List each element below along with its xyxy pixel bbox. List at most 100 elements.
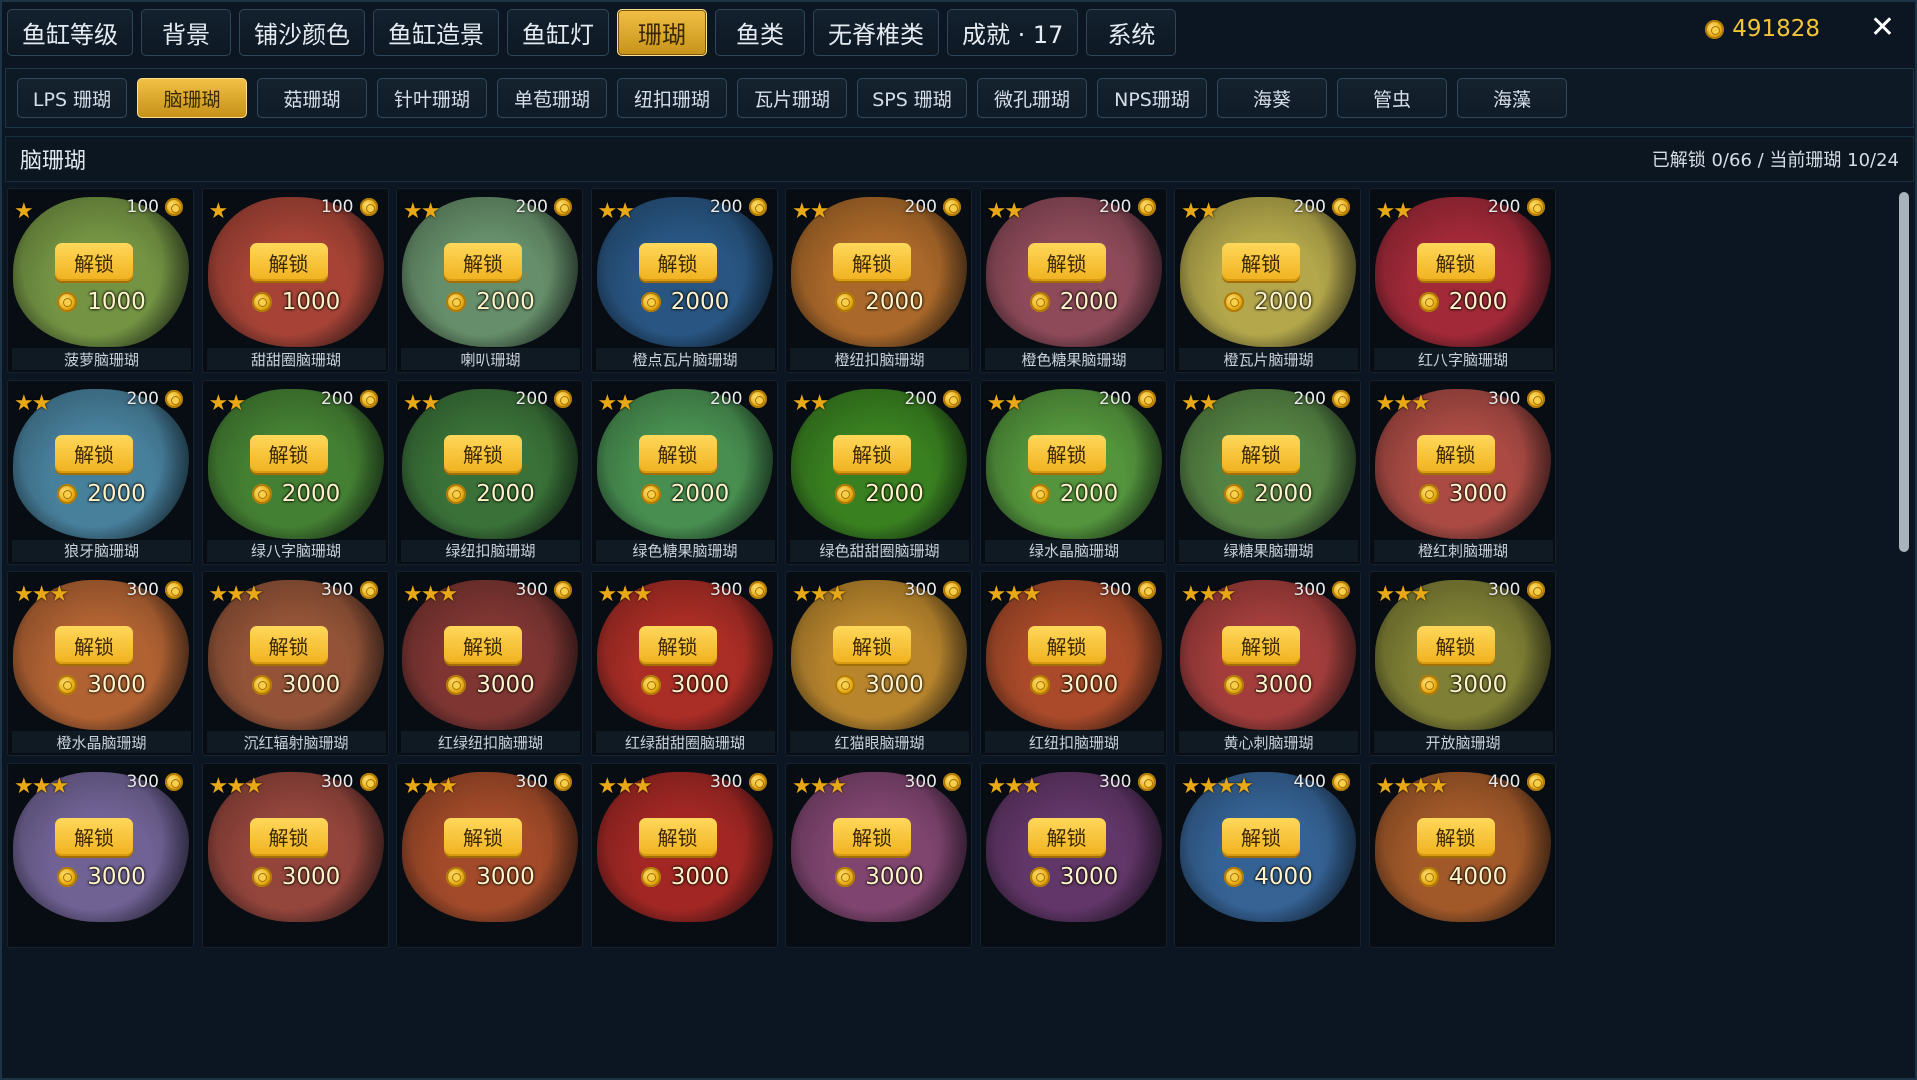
coral-card[interactable]: ★★ 200 解锁 2000 绿色甜甜圈脑珊瑚 xyxy=(785,379,972,565)
coral-card[interactable]: ★ 100 解锁 1000 菠萝脑珊瑚 xyxy=(7,188,194,373)
coin-icon xyxy=(446,866,467,887)
unlock-price-row: 2000 xyxy=(1175,289,1360,315)
coral-card[interactable]: ★★ 200 解锁 2000 绿八字脑珊瑚 xyxy=(201,379,389,565)
top-tab[interactable]: 无脊椎类 xyxy=(813,8,939,56)
unlock-button[interactable]: 解锁 xyxy=(1027,817,1106,856)
unlock-button[interactable]: 解锁 xyxy=(249,243,328,281)
unlock-button[interactable]: 解锁 xyxy=(1222,434,1300,473)
top-tab[interactable]: 鱼缸灯 xyxy=(507,8,609,56)
unlock-button[interactable]: 解锁 xyxy=(1416,817,1495,856)
coral-card[interactable]: ★★★ 300 解锁 3000 开放脑珊瑚 xyxy=(1368,571,1556,756)
top-tab[interactable]: 鱼类 xyxy=(715,8,805,56)
coral-card[interactable]: ★★★★ 400 解锁 4000 xyxy=(1174,762,1361,948)
unlock-button[interactable]: 解锁 xyxy=(1222,626,1300,664)
unlock-button[interactable]: 解锁 xyxy=(638,626,717,664)
unlock-button[interactable]: 解锁 xyxy=(444,817,522,856)
scrollbar-thumb[interactable] xyxy=(1899,192,1909,552)
coral-card[interactable]: ★★★ 300 解锁 3000 红绿甜甜圈脑珊瑚 xyxy=(590,571,778,756)
top-tab[interactable]: 鱼缸造景 xyxy=(373,8,499,56)
coral-category-tab[interactable]: 纽扣珊瑚 xyxy=(617,78,727,118)
top-tab[interactable]: 成就 · 17 xyxy=(947,8,1079,56)
coral-card[interactable]: ★★ 200 解锁 2000 绿水晶脑珊瑚 xyxy=(979,379,1167,565)
unlock-button[interactable]: 解锁 xyxy=(444,434,522,473)
reward-badge: 200 xyxy=(516,197,572,217)
coral-name: 甜甜圈脑珊瑚 xyxy=(206,348,386,370)
unlock-button[interactable]: 解锁 xyxy=(638,434,717,473)
top-tab[interactable]: 鱼缸等级 xyxy=(7,8,133,56)
top-tab[interactable]: 珊瑚 xyxy=(617,8,707,56)
unlock-button[interactable]: 解锁 xyxy=(55,434,133,473)
coral-category-tab[interactable]: 瓦片珊瑚 xyxy=(737,78,847,118)
close-button[interactable]: ✕ xyxy=(1870,13,1895,43)
reward-badge: 300 xyxy=(127,580,183,600)
unlock-button[interactable]: 解锁 xyxy=(444,626,522,664)
coral-card[interactable]: ★★★ 300 解锁 3000 xyxy=(785,762,972,948)
coral-card[interactable]: ★★ 200 解锁 2000 红八字脑珊瑚 xyxy=(1368,188,1556,373)
unlock-button[interactable]: 解锁 xyxy=(833,817,911,856)
coral-card[interactable]: ★★★ 300 解锁 3000 xyxy=(7,762,194,948)
unlock-button[interactable]: 解锁 xyxy=(1027,626,1106,664)
coral-category-tab[interactable]: NPS珊瑚 xyxy=(1097,78,1207,118)
coral-card[interactable]: ★★★ 300 解锁 3000 橙水晶脑珊瑚 xyxy=(7,571,194,756)
unlock-button[interactable]: 解锁 xyxy=(1416,626,1495,664)
coral-card[interactable]: ★★ 200 解锁 2000 喇叭珊瑚 xyxy=(396,188,583,373)
unlock-button[interactable]: 解锁 xyxy=(1222,243,1300,281)
reward-badge: 200 xyxy=(127,389,183,409)
coral-card[interactable]: ★★★ 300 解锁 3000 xyxy=(396,762,583,948)
coral-category-tab[interactable]: 针叶珊瑚 xyxy=(377,78,487,118)
coral-card[interactable]: ★★★ 300 解锁 3000 xyxy=(201,762,389,948)
unlock-button[interactable]: 解锁 xyxy=(1027,243,1106,281)
coral-card[interactable]: ★★ 200 解锁 2000 橙纽扣脑珊瑚 xyxy=(785,188,972,373)
coral-card[interactable]: ★★★ 300 解锁 3000 橙红刺脑珊瑚 xyxy=(1368,379,1556,565)
coral-category-tab[interactable]: 海藻 xyxy=(1457,78,1567,118)
reward-badge: 300 xyxy=(710,772,767,792)
unlock-button[interactable]: 解锁 xyxy=(249,817,328,856)
coral-category-tab[interactable]: 管虫 xyxy=(1337,78,1447,118)
unlock-button[interactable]: 解锁 xyxy=(638,243,717,281)
coral-name: 开放脑珊瑚 xyxy=(1373,731,1553,753)
top-tab[interactable]: 背景 xyxy=(141,8,231,56)
unlock-button[interactable]: 解锁 xyxy=(1027,434,1106,473)
coral-category-tab[interactable]: 脑珊瑚 xyxy=(137,78,247,118)
unlock-button[interactable]: 解锁 xyxy=(833,434,911,473)
unlock-button[interactable]: 解锁 xyxy=(249,434,328,473)
coral-card[interactable]: ★★★ 300 解锁 3000 沉红辐射脑珊瑚 xyxy=(201,571,389,756)
coral-category-tab[interactable]: 菇珊瑚 xyxy=(257,78,367,118)
unlock-button[interactable]: 解锁 xyxy=(833,243,911,281)
coral-card[interactable]: ★★★★ 400 解锁 4000 xyxy=(1368,762,1556,948)
coral-card[interactable]: ★★ 200 解锁 2000 橙色糖果脑珊瑚 xyxy=(979,188,1167,373)
coral-card[interactable]: ★★★ 300 解锁 3000 红纽扣脑珊瑚 xyxy=(979,571,1167,756)
coral-category-tab[interactable]: 海葵 xyxy=(1217,78,1327,118)
coral-category-tab[interactable]: 单苞珊瑚 xyxy=(497,78,607,118)
unlock-button[interactable]: 解锁 xyxy=(249,626,328,664)
coral-card[interactable]: ★★ 200 解锁 2000 橙点瓦片脑珊瑚 xyxy=(590,188,778,373)
unlock-button[interactable]: 解锁 xyxy=(444,243,522,281)
coral-card[interactable]: ★ 100 解锁 1000 甜甜圈脑珊瑚 xyxy=(201,188,389,373)
rarity-stars: ★★★ xyxy=(1181,582,1236,607)
coral-category-tab[interactable]: SPS 珊瑚 xyxy=(857,78,967,118)
coral-card[interactable]: ★★★ 300 解锁 3000 红绿纽扣脑珊瑚 xyxy=(396,571,583,756)
coral-card[interactable]: ★★ 200 解锁 2000 绿纽扣脑珊瑚 xyxy=(396,379,583,565)
unlock-button[interactable]: 解锁 xyxy=(638,817,717,856)
unlock-button[interactable]: 解锁 xyxy=(55,817,133,856)
coral-card[interactable]: ★★★ 300 解锁 3000 红猫眼脑珊瑚 xyxy=(785,571,972,756)
coral-card[interactable]: ★★★ 300 解锁 3000 xyxy=(979,762,1167,948)
coral-category-tab[interactable]: 微孔珊瑚 xyxy=(977,78,1087,118)
unlock-button[interactable]: 解锁 xyxy=(1416,434,1495,473)
coin-icon xyxy=(165,198,183,216)
coral-card[interactable]: ★★ 200 解锁 2000 狼牙脑珊瑚 xyxy=(7,379,194,565)
top-tab[interactable]: 系统 xyxy=(1086,8,1177,56)
coral-category-tab[interactable]: LPS 珊瑚 xyxy=(17,78,127,118)
coral-card[interactable]: ★★★ 300 解锁 3000 黄心刺脑珊瑚 xyxy=(1174,571,1361,756)
unlock-button[interactable]: 解锁 xyxy=(55,243,133,281)
top-tab[interactable]: 铺沙颜色 xyxy=(239,8,365,56)
coral-card[interactable]: ★★ 200 解锁 2000 绿糖果脑珊瑚 xyxy=(1174,379,1361,565)
unlock-button[interactable]: 解锁 xyxy=(55,626,133,664)
unlock-button[interactable]: 解锁 xyxy=(1416,243,1495,281)
rarity-stars: ★★ xyxy=(597,199,635,224)
unlock-button[interactable]: 解锁 xyxy=(1222,817,1300,856)
unlock-button[interactable]: 解锁 xyxy=(833,626,911,664)
coral-card[interactable]: ★★★ 300 解锁 3000 xyxy=(590,762,778,948)
coral-card[interactable]: ★★ 200 解锁 2000 橙瓦片脑珊瑚 xyxy=(1174,188,1361,373)
coral-card[interactable]: ★★ 200 解锁 2000 绿色糖果脑珊瑚 xyxy=(590,379,778,565)
